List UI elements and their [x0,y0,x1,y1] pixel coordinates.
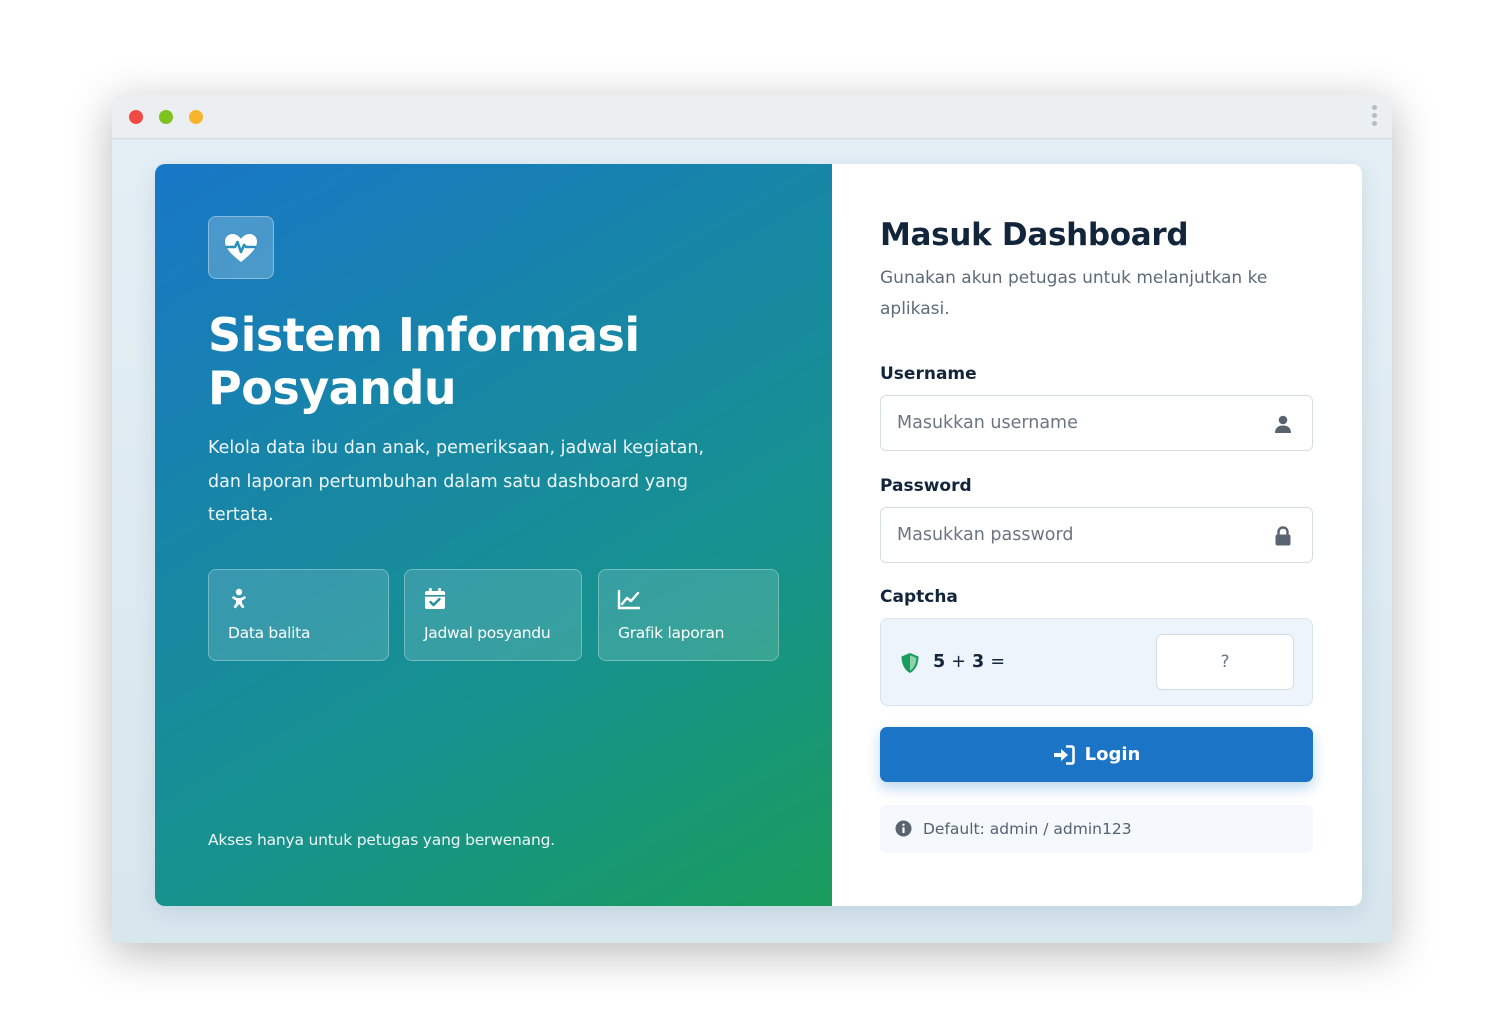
minimize-window-button[interactable] [159,110,173,124]
captcha-question: 5 + 3 = [933,652,1005,672]
feature-card-grafik-laporan: Grafik laporan [598,569,779,661]
kebab-menu-icon[interactable] [1370,105,1378,129]
username-field [880,395,1313,451]
hero-title: Sistem Informasi Posyandu [208,309,768,415]
form-subtitle: Gunakan akun petugas untuk melanjutkan k… [880,268,1268,319]
username-label: Username [880,364,977,384]
close-window-button[interactable] [129,110,143,124]
captcha-equals: = [990,652,1005,672]
feature-label: Data balita [228,624,311,642]
feature-list: Data balita Jadwal posyandu Grafik lapor… [208,569,780,661]
user-icon [1275,415,1291,433]
feature-label: Jadwal posyandu [424,624,551,642]
login-card: Sistem Informasi Posyandu Kelola data ib… [155,164,1362,906]
captcha-label: Captcha [880,587,958,607]
password-label: Password [880,476,972,496]
login-form: Masuk Dashboard Gunakan akun petugas unt… [832,164,1362,906]
calendar-check-icon [425,588,445,609]
captcha-answer-input[interactable] [1156,634,1294,690]
login-button[interactable]: Login [880,727,1313,782]
hero-title-line-2: Posyandu [208,361,457,415]
baby-icon [232,588,246,609]
feature-label: Grafik laporan [618,624,725,642]
default-credentials-hint: Default: admin / admin123 [880,805,1313,853]
browser-window: Sistem Informasi Posyandu Kelola data ib… [112,95,1392,943]
form-title: Masuk Dashboard [880,217,1189,253]
password-input[interactable] [881,508,1251,562]
hero-panel: Sistem Informasi Posyandu Kelola data ib… [155,164,832,906]
hint-text: Default: admin / admin123 [923,820,1132,838]
username-input[interactable] [881,396,1251,450]
login-button-label: Login [1084,744,1141,765]
window-titlebar [112,95,1392,139]
hero-title-line-1: Sistem Informasi [208,308,640,362]
lock-icon [1275,526,1291,546]
hero-description: Kelola data ibu dan anak, pemeriksaan, j… [208,438,705,525]
info-circle-icon [895,820,912,837]
password-field [880,507,1313,563]
maximize-window-button[interactable] [189,110,203,124]
page-viewport: Sistem Informasi Posyandu Kelola data ib… [112,140,1392,943]
captcha-box: 5 + 3 = [880,618,1313,706]
captcha-operand-2: 3 [972,652,985,672]
line-chart-icon [617,590,640,610]
shield-check-icon [901,653,919,673]
captcha-operator: + [951,652,966,672]
hero-footer-note: Akses hanya untuk petugas yang berwenang… [208,831,555,849]
feature-card-data-balita: Data balita [208,569,389,661]
sign-in-icon [1053,744,1075,765]
heart-pulse-icon [208,216,274,279]
feature-card-jadwal-posyandu: Jadwal posyandu [404,569,582,661]
captcha-operand-1: 5 [933,652,946,672]
